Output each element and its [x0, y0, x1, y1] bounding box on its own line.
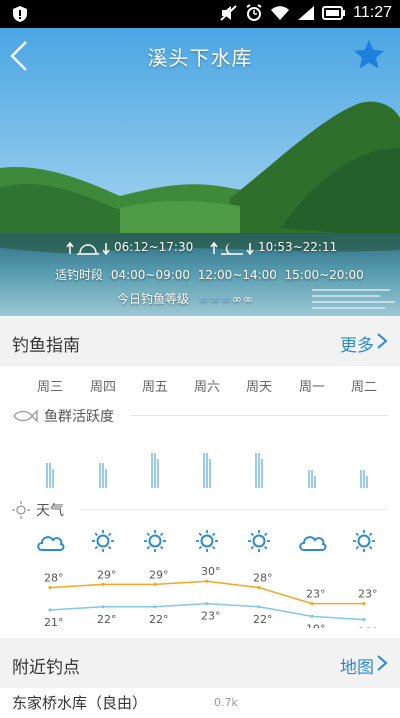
- temp-point: [362, 602, 366, 606]
- day-label: 周六: [193, 380, 220, 395]
- temp-point: [205, 579, 209, 583]
- more-link[interactable]: 更多: [340, 331, 374, 356]
- activity-bar: [46, 463, 54, 488]
- day-label: 周二: [350, 380, 377, 395]
- high-temp-label: 28°: [253, 572, 273, 585]
- chevron-right-icon[interactable]: [376, 654, 388, 672]
- low-temp-label: 18°: [358, 626, 378, 628]
- status-bar: 11:27: [0, 0, 400, 28]
- map-link[interactable]: 地图: [340, 653, 374, 678]
- spot-name: 东家桥水库（良由）: [12, 694, 148, 712]
- sun-icon: [92, 530, 114, 552]
- low-temp-label: 22°: [149, 613, 169, 626]
- sun-times: 06:12~17:30: [114, 240, 194, 254]
- fishing-guide-title: 钓鱼指南: [12, 336, 80, 356]
- mute-icon: [220, 5, 237, 21]
- activity-bar: [151, 453, 159, 488]
- fishing-level: 今日钓鱼等级 ∞∞∞∞∞: [117, 290, 254, 307]
- high-temp-label: 30°: [201, 565, 221, 578]
- fishing-level-label: 今日钓鱼等级: [117, 292, 190, 306]
- fishing-level-filled: ∞∞∞: [198, 292, 232, 306]
- nearby-spots-header: 附近钓点 地图: [0, 638, 400, 689]
- hero-banner: 溪头下水库 06:12~17:30 10:53~22:11 适钓时段 04:00…: [0, 28, 400, 316]
- temp-point: [205, 602, 209, 606]
- nearby-spots-title: 附近钓点: [12, 658, 80, 678]
- sun-icon: [353, 530, 375, 552]
- fish-icon: [13, 409, 38, 423]
- cloud-icon: [37, 536, 65, 551]
- sun-icon: [196, 530, 218, 552]
- day-label: 周五: [141, 380, 168, 395]
- low-temp-label: 19°: [306, 622, 326, 628]
- day-label: 周一: [298, 380, 325, 395]
- temp-point: [101, 582, 105, 586]
- sunrise-sunset: 06:12~17:30: [66, 240, 193, 255]
- divider: [130, 415, 388, 416]
- fish-activity-header: 鱼群活跃度: [12, 406, 114, 426]
- activity-bar: [255, 453, 263, 488]
- alarm-icon: [246, 4, 262, 21]
- sun-outline-icon: [12, 501, 30, 519]
- temp-point: [153, 582, 157, 586]
- temp-point: [310, 602, 314, 606]
- temp-point: [101, 605, 105, 609]
- sun-icon: [144, 530, 166, 552]
- spot-distance: 0.7k: [214, 696, 238, 709]
- day-label: 周四: [89, 380, 116, 395]
- activity-bar: [360, 470, 368, 488]
- activity-bar: [203, 453, 211, 488]
- weather-icon-row: [0, 528, 400, 558]
- status-time: 11:27: [353, 4, 392, 21]
- chevron-right-icon[interactable]: [376, 332, 388, 350]
- temp-point: [362, 618, 366, 622]
- sunrise-icon: [66, 241, 110, 255]
- low-temp-label: 22°: [253, 613, 273, 626]
- battery-icon: [322, 6, 346, 20]
- divider: [80, 509, 388, 510]
- high-temp-label: 23°: [306, 588, 326, 601]
- temperature-chart: 28° 29° 29° 30° 28° 23° 23° 21° 22° 22° 23° 22° 19° 1…: [44, 565, 378, 628]
- temp-point: [153, 605, 157, 609]
- shield-icon: [13, 6, 27, 22]
- moonrise-moonset: 10:53~22:11: [210, 240, 337, 255]
- temp-point: [310, 614, 314, 618]
- list-item[interactable]: 东家桥水库（良由） 0.7k: [0, 688, 400, 718]
- activity-bar: [99, 463, 107, 488]
- fishing-guide-panel: 周三 周四 周五 周六 周天 周一 周二 鱼群活跃度 天气 28° 29° 29° 30° 28° 2…: [0, 366, 400, 638]
- temp-point: [48, 608, 52, 612]
- day-row: 周三 周四 周五 周六 周天 周一 周二: [0, 376, 400, 396]
- high-temp-label: 23°: [358, 588, 378, 601]
- favorite-star-icon[interactable]: [352, 38, 386, 72]
- high-temp-label: 29°: [97, 568, 117, 581]
- fish-activity-label: 鱼群活跃度: [44, 409, 114, 425]
- high-temp-label: 28°: [44, 572, 64, 585]
- day-label: 周三: [36, 380, 63, 395]
- fishing-guide-header: 钓鱼指南 更多: [0, 316, 400, 367]
- cloud-icon: [299, 536, 327, 551]
- weather-header: 天气: [12, 500, 64, 520]
- moonrise-icon: [210, 241, 254, 255]
- low-temp-label: 23°: [201, 610, 221, 623]
- signal-icon: [298, 6, 315, 20]
- day-label: 周天: [245, 380, 272, 395]
- best-fishing-times: 适钓时段 04:00~09:00 12:00~14:00 15:00~20:00: [55, 266, 364, 283]
- moon-times: 10:53~22:11: [258, 240, 338, 254]
- fish-activity-chart: [46, 453, 368, 488]
- best-times-value: 04:00~09:00 12:00~14:00 15:00~20:00: [110, 268, 364, 282]
- low-temp-label: 21°: [44, 616, 64, 628]
- best-times-label: 适钓时段: [55, 268, 104, 282]
- fishing-level-empty: ∞∞: [231, 292, 254, 306]
- sun-icon: [248, 530, 270, 552]
- page-title: 溪头下水库: [147, 46, 253, 70]
- low-temp-label: 22°: [97, 613, 117, 626]
- high-temp-label: 29°: [149, 568, 169, 581]
- temp-point: [48, 586, 52, 590]
- wifi-icon: [271, 6, 290, 20]
- temp-point: [257, 586, 261, 590]
- temp-point: [257, 605, 261, 609]
- activity-bar: [308, 470, 316, 488]
- weather-label: 天气: [36, 503, 64, 519]
